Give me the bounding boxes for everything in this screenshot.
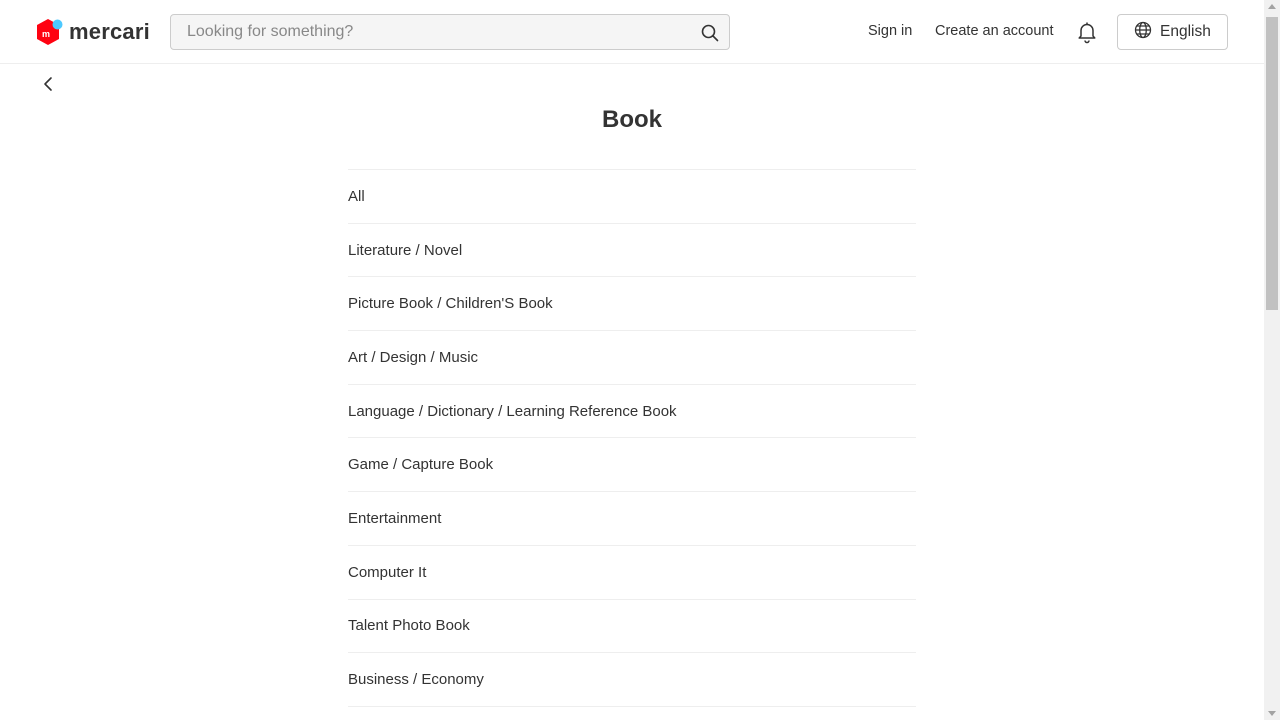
logo-text: mercari [69,19,150,44]
chevron-left-icon[interactable] [38,74,58,94]
sign-in-link[interactable]: Sign in [868,23,912,39]
create-account-link[interactable]: Create an account [935,23,1054,39]
search-input[interactable] [171,15,691,49]
category-item-game-capture-book[interactable]: Game / Capture Book [348,438,916,493]
category-item-all[interactable]: All [348,170,916,224]
mercari-logo[interactable]: m mercari [35,17,150,47]
category-item-art-design-music[interactable]: Art / Design / Music [348,331,916,385]
top-header: m mercari Sign in Create an account [0,0,1264,64]
search-icon[interactable] [699,22,721,44]
mercari-logo-mark-icon: m [35,17,65,47]
scrollbar-thumb[interactable] [1266,17,1278,310]
category-item-picture-book[interactable]: Picture Book / Children'S Book [348,277,916,332]
category-item-business-economy[interactable]: Business / Economy [348,653,916,707]
scroll-up-arrow-icon[interactable] [1268,4,1276,9]
language-label: English [1160,23,1211,40]
svg-text:m: m [42,29,50,39]
language-button[interactable]: English [1117,14,1228,50]
category-list: All Literature / Novel Picture Book / Ch… [348,169,916,707]
vertical-scrollbar[interactable] [1264,0,1280,720]
category-item-entertainment[interactable]: Entertainment [348,492,916,546]
page-title: Book [602,106,662,133]
globe-icon [1134,21,1152,44]
scroll-down-arrow-icon[interactable] [1268,711,1276,716]
bell-icon[interactable] [1075,20,1099,44]
search-bar [170,14,730,50]
category-item-talent-photo-book[interactable]: Talent Photo Book [348,600,916,654]
category-item-computer-it[interactable]: Computer It [348,546,916,600]
category-item-language-dictionary[interactable]: Language / Dictionary / Learning Referen… [348,385,916,439]
category-item-literature-novel[interactable]: Literature / Novel [348,224,916,278]
